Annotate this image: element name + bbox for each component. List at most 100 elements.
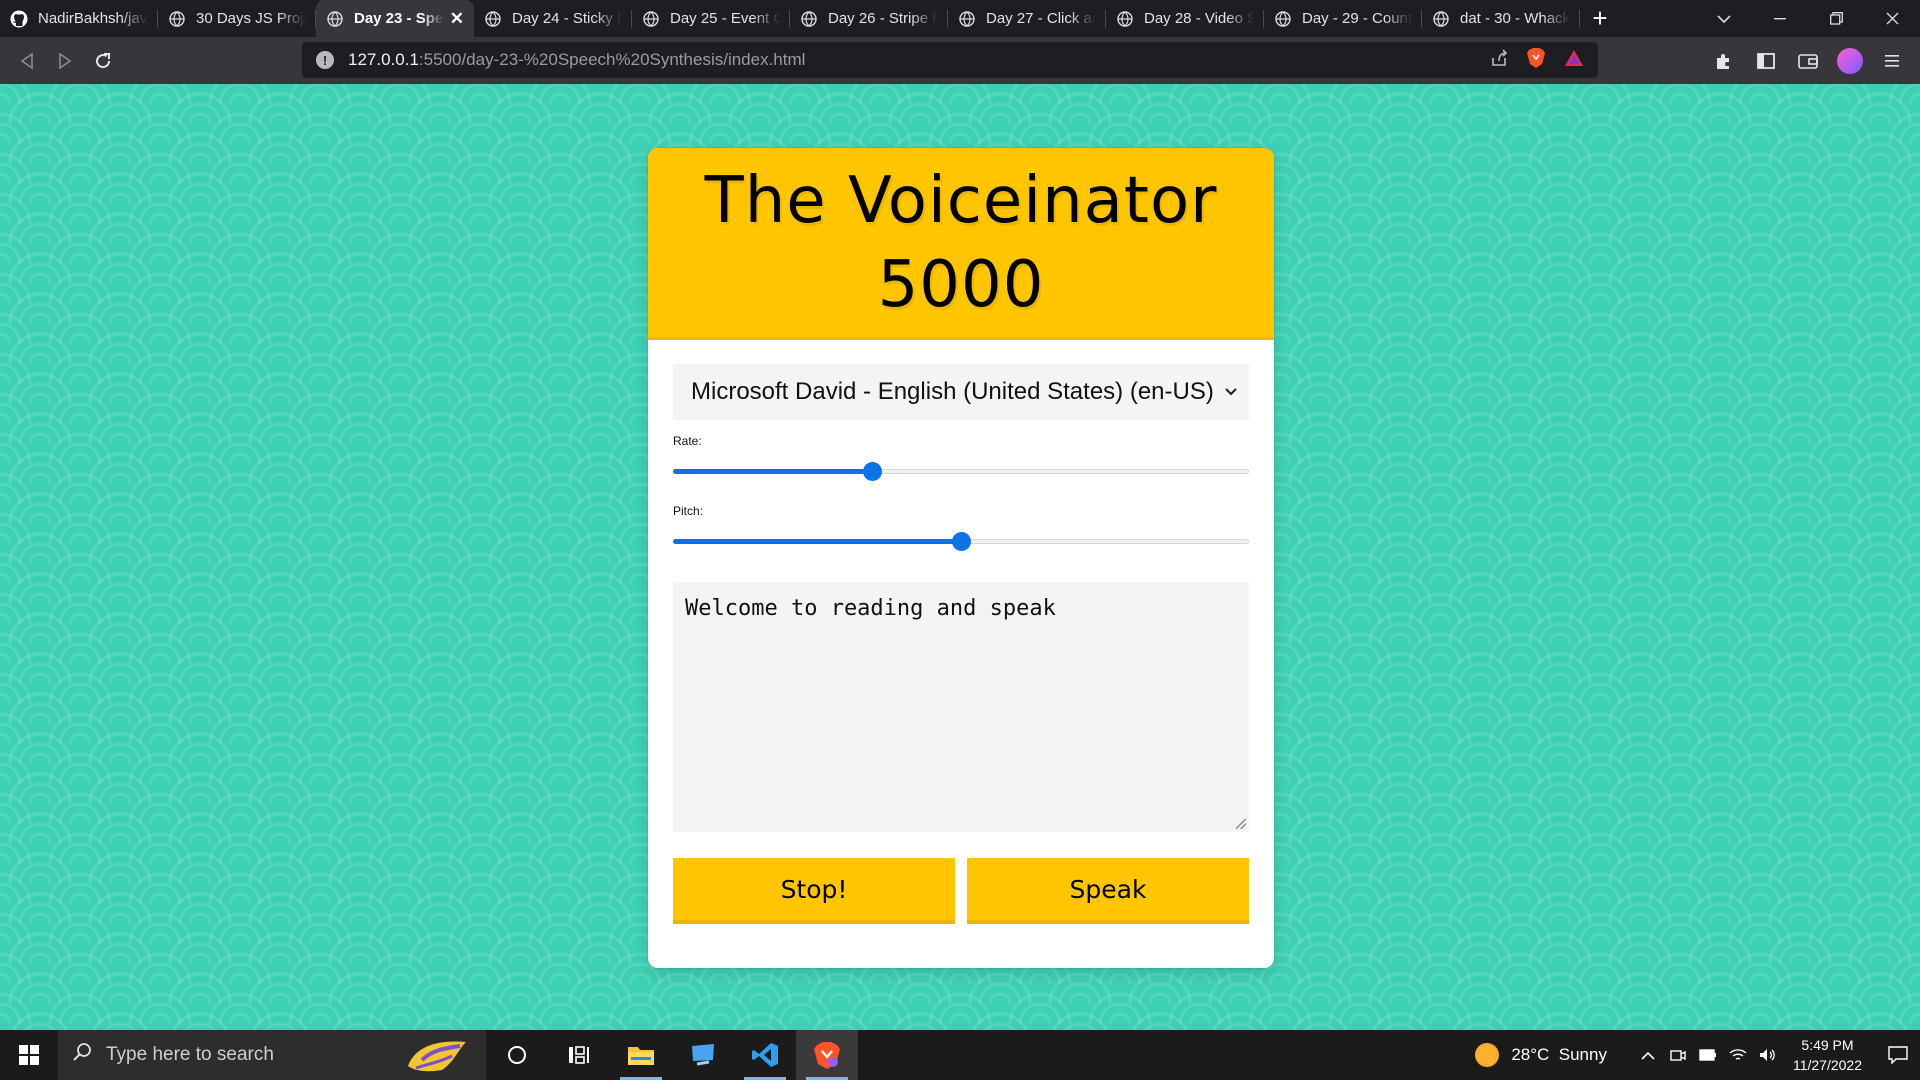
pitch-slider-thumb[interactable] <box>952 532 971 551</box>
browser-tab[interactable]: Day 27 - Click an <box>948 0 1106 37</box>
brave-shields-icon[interactable] <box>1526 47 1546 74</box>
chevron-down-icon <box>1225 383 1237 401</box>
browser-tab[interactable]: 30 Days JS Projec <box>158 0 316 37</box>
url-host: 127.0.0.1 <box>348 50 419 69</box>
profile-avatar[interactable] <box>1832 43 1868 79</box>
globe-icon <box>326 10 344 28</box>
windows-taskbar: Type here to search 28°C Sunny 5:49 PM 1… <box>0 1030 1920 1080</box>
button-row: Stop! Speak <box>673 858 1249 924</box>
url-text[interactable]: 127.0.0.1:5500/day-23-%20Speech%20Synthe… <box>348 50 805 70</box>
rate-slider[interactable] <box>673 452 1249 490</box>
taskbar-clock[interactable]: 5:49 PM 11/27/2022 <box>1793 1035 1862 1075</box>
browser-tab[interactable]: Day 28 - Video S <box>1106 0 1264 37</box>
system-tray: 28°C Sunny 5:49 PM 11/27/2022 <box>1475 1030 1920 1080</box>
back-button[interactable] <box>8 42 46 80</box>
search-highlight-art-icon <box>408 1041 466 1072</box>
rate-slider-fill <box>673 469 872 474</box>
task-view-icon[interactable] <box>548 1030 610 1080</box>
wallet-icon[interactable] <box>1790 43 1826 79</box>
restore-button[interactable] <box>1808 0 1864 37</box>
pitch-slider-fill <box>673 539 961 544</box>
minimize-button[interactable] <box>1752 0 1808 37</box>
rate-label: Rate: <box>673 434 702 448</box>
windows-start-button[interactable] <box>0 1030 58 1080</box>
page-background: The Voiceinator 5000 Microsoft David - E… <box>0 84 1920 1030</box>
battery-icon[interactable] <box>1693 1049 1723 1061</box>
share-icon[interactable] <box>1490 48 1508 72</box>
globe-icon <box>958 10 976 28</box>
search-icon <box>72 1042 92 1068</box>
search-placeholder: Type here to search <box>106 1044 274 1065</box>
volume-icon[interactable] <box>1753 1048 1783 1062</box>
voice-select-value: Microsoft David - English (United States… <box>691 378 1213 405</box>
globe-icon <box>484 10 502 28</box>
tab-title: Day - 29 - Count <box>1302 10 1412 27</box>
rate-slider-thumb[interactable] <box>863 462 882 481</box>
browser-tab[interactable]: dat - 30 - Whack <box>1422 0 1580 37</box>
browser-tab[interactable]: Day 23 - Spe ✕ <box>316 0 474 37</box>
card-header: The Voiceinator 5000 <box>648 148 1274 340</box>
tab-title: NadirBakhsh/java <box>38 10 148 27</box>
wifi-icon[interactable] <box>1723 1048 1753 1062</box>
file-explorer-icon[interactable] <box>610 1030 672 1080</box>
new-tab-button[interactable]: + <box>1580 0 1620 37</box>
reload-button[interactable] <box>84 42 122 80</box>
remote-desktop-icon[interactable] <box>672 1030 734 1080</box>
tab-title: Day 25 - Event C <box>670 10 780 27</box>
forward-button[interactable] <box>46 42 84 80</box>
resize-grip-icon[interactable] <box>1236 819 1246 829</box>
weather-text: 28°C Sunny <box>1511 1045 1607 1064</box>
browser-tab[interactable]: Day 25 - Event C <box>632 0 790 37</box>
vscode-icon[interactable] <box>734 1030 796 1080</box>
globe-icon <box>1116 10 1134 28</box>
globe-icon <box>642 10 660 28</box>
tab-title: Day 24 - Sticky N <box>512 10 622 27</box>
clock-time: 5:49 PM <box>1801 1037 1854 1053</box>
page-title: The Voiceinator 5000 <box>704 163 1218 322</box>
sidebar-icon[interactable] <box>1748 43 1784 79</box>
close-tab-icon[interactable]: ✕ <box>450 9 464 29</box>
tab-title: Day 27 - Click an <box>986 10 1096 27</box>
brave-rewards-icon[interactable] <box>1564 49 1584 72</box>
browser-tab[interactable]: Day 26 - Stripe F <box>790 0 948 37</box>
sun-icon <box>1475 1043 1500 1067</box>
browser-tab-strip: NadirBakhsh/java 30 Days JS Projec Day 23 … <box>0 0 1920 37</box>
url-path: :5500/day-23-%20Speech%20Synthesis/index… <box>418 50 806 69</box>
speech-text-area[interactable]: Welcome to reading and speak <box>673 582 1249 832</box>
taskbar-search-box[interactable]: Type here to search <box>58 1030 486 1080</box>
clock-date: 11/27/2022 <box>1792 1057 1862 1073</box>
speech-text: Welcome to reading and speak <box>685 596 1056 621</box>
browser-tab[interactable]: NadirBakhsh/java <box>0 0 158 37</box>
speak-button[interactable]: Speak <box>967 858 1249 924</box>
chevron-up-icon[interactable] <box>1633 1051 1663 1060</box>
tab-title: Day 28 - Video S <box>1144 10 1254 27</box>
browser-tab[interactable]: Day 24 - Sticky N <box>474 0 632 37</box>
close-window-button[interactable] <box>1864 0 1920 37</box>
voice-select[interactable]: Microsoft David - English (United States… <box>673 364 1249 420</box>
notification-icon[interactable] <box>1876 1046 1920 1064</box>
browser-tab[interactable]: Day - 29 - Count <box>1264 0 1422 37</box>
globe-icon <box>800 10 818 28</box>
tab-list: NadirBakhsh/java 30 Days JS Projec Day 23 … <box>0 0 1580 37</box>
github-icon <box>10 10 28 28</box>
tab-title: Day 26 - Stripe F <box>828 10 938 27</box>
extensions-puzzle-icon[interactable] <box>1706 43 1742 79</box>
tab-title: Day 23 - Spe <box>354 10 444 27</box>
globe-icon <box>1274 10 1292 28</box>
stop-button[interactable]: Stop! <box>673 858 955 924</box>
weather-widget[interactable]: 28°C Sunny <box>1475 1043 1607 1067</box>
globe-icon <box>168 10 186 28</box>
address-bar[interactable]: ! 127.0.0.1:5500/day-23-%20Speech%20Synt… <box>302 42 1598 78</box>
brave-browser-icon[interactable] <box>796 1030 858 1080</box>
site-info-icon[interactable]: ! <box>316 51 334 69</box>
meet-now-icon[interactable] <box>1663 1047 1693 1063</box>
tab-title: dat - 30 - Whack <box>1460 10 1570 27</box>
tab-search-chevron-icon[interactable] <box>1696 0 1752 37</box>
tab-title: 30 Days JS Projec <box>196 10 306 27</box>
pitch-label: Pitch: <box>673 504 704 518</box>
browser-toolbar: ! 127.0.0.1:5500/day-23-%20Speech%20Synt… <box>0 37 1920 84</box>
cortana-icon[interactable] <box>486 1030 548 1080</box>
menu-icon[interactable] <box>1874 43 1910 79</box>
window-controls <box>1696 0 1920 37</box>
pitch-slider[interactable] <box>673 522 1249 560</box>
